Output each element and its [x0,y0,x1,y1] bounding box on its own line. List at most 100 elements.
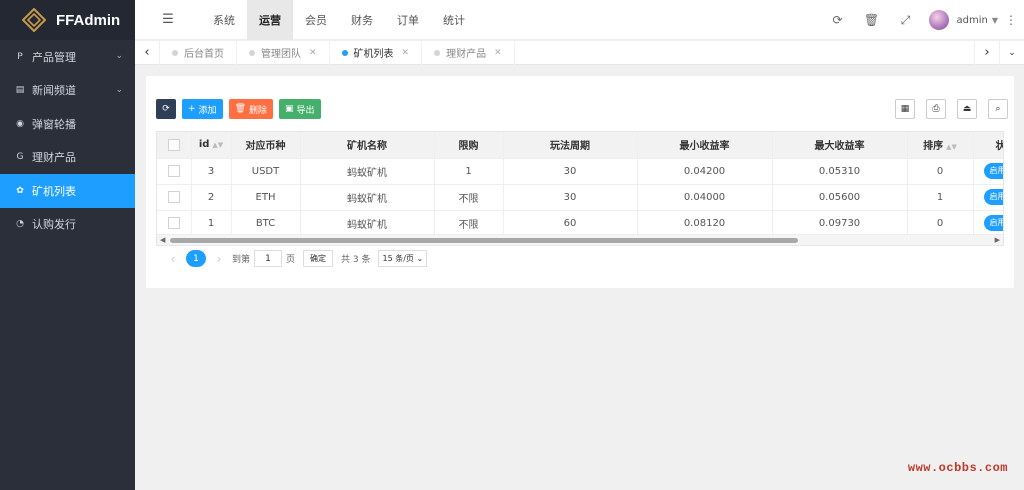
column-header-id[interactable]: id ▲▼ [191,132,232,159]
export-stamp-icon[interactable]: ⏏ [957,99,977,119]
watermark: www.ocbbs.com [907,461,1008,475]
status-toggle[interactable]: 启用 [983,163,1003,179]
current-page[interactable]: 1 [186,250,206,267]
row-checkbox[interactable] [157,184,192,211]
tabs-scroll-right-icon[interactable]: › [974,40,999,65]
sidebar-item-2[interactable]: ◉ 弹窗轮播 [0,107,135,141]
close-icon[interactable]: ✕ [402,48,410,58]
table-row[interactable]: 2 ETH 蚂蚁矿机 不限 30 0.04000 0.05600 1 启用 [157,184,1003,211]
tab-dot-icon [249,49,255,56]
refresh-button[interactable]: ⟳ [156,99,176,119]
menu-toggle-icon[interactable]: ☰ [135,0,201,40]
sort-icon[interactable]: ▲▼ [212,141,223,149]
topnav-tab-1[interactable]: 运营 [247,0,293,40]
column-header-sort[interactable]: 排序 ▲▼ [907,132,974,159]
more-vertical-icon[interactable]: ⋮ [998,0,1024,40]
topnav-tab-2[interactable]: 会员 [293,0,339,40]
tabs-scroll-left-icon[interactable]: ‹ [135,40,160,65]
sidebar-item-3[interactable]: G 理财产品 [0,141,135,175]
chevron-down-icon[interactable]: ⌄ [115,85,123,95]
cell-cycle: 30 [503,158,638,185]
cell-id: 3 [191,158,232,185]
column-header-coin: 对应币种 [231,132,301,159]
add-label: 添加 [198,105,217,116]
cubes-icon: ✿ [16,185,24,196]
user-name[interactable]: admin [957,15,988,26]
status-toggle[interactable]: 启用 [983,215,1003,231]
sidebar-item-5[interactable]: ◔ 认购发行 [0,208,135,242]
topnav-tab-3[interactable]: 财务 [339,0,385,40]
cell-status: 启用 [973,210,1003,237]
data-table: id ▲▼ 对应币种 矿机名称 限购 玩法周期 最小收益率 最大收益率 排序 ▲▼ … [156,131,1004,246]
cell-id: 2 [191,184,232,211]
page-size-select[interactable]: 15 条/页 ⌄ [378,250,428,267]
top-header: ☰ 系统 运营 会员 财务 订单 统计 ⟳ 🗑 ⤢ admin ▼ ⋮ [135,0,1024,40]
goto-page-input[interactable] [254,250,283,267]
cell-status: 启用 [973,158,1003,185]
status-toggle[interactable]: 启用 [983,189,1003,205]
brand-logo[interactable]: FFAdmin [0,0,135,40]
close-icon[interactable]: ✕ [494,48,502,58]
trash-icon: 🗑 [234,104,246,114]
fullscreen-icon[interactable]: ⤢ [889,0,923,40]
sidebar-item-0[interactable]: P 产品管理 ⌄ [0,40,135,74]
page-tab-0[interactable]: 后台首页 [160,40,237,65]
select-all-checkbox[interactable] [157,132,192,159]
refresh-icon[interactable]: ⟳ [821,0,855,40]
columns-filter-icon[interactable]: ▦ [895,99,915,119]
export-label: 导出 [296,105,315,116]
delete-button[interactable]: 🗑 删除 [228,99,274,119]
sort-icon[interactable]: ▲▼ [946,143,957,151]
table-row[interactable]: 3 USDT 蚂蚁矿机 1 30 0.04200 0.05310 0 启用 [157,158,1003,185]
page-tab-2[interactable]: 矿机列表 ✕ [330,40,423,65]
page-label: 页 [286,255,296,265]
cell-max_rate: 0.05310 [772,158,908,185]
page-tab-label: 后台首页 [184,49,224,60]
avatar[interactable] [928,10,949,30]
prev-page-icon[interactable]: ‹ [164,252,182,266]
print-icon[interactable]: ⎙ [926,99,946,119]
confirm-button[interactable]: 确定 [303,250,334,267]
page-tab-label: 理财产品 [446,49,487,60]
cell-max_rate: 0.09730 [772,210,908,237]
cell-status: 启用 [973,184,1003,211]
sidebar: FFAdmin P 产品管理 ⌄ ▤ 新闻频道 ⌄ ◉ 弹窗轮播 G 理财产品 ✿ 矿机列表… [0,0,135,490]
column-header-max-rate: 最大收益率 [772,132,908,159]
cell-id: 1 [191,210,232,237]
scroll-right-icon[interactable]: ▶ [995,236,1000,244]
chevron-down-icon[interactable]: ⌄ [115,51,123,61]
topnav-tab-4[interactable]: 订单 [385,0,431,40]
page-tab-1[interactable]: 管理团队 ✕ [237,40,330,65]
page-tabs-bar: ‹ 后台首页 管理团队 ✕ 矿机列表 ✕ 理财产品 ✕ › ⌄ [135,40,1024,65]
column-header-cycle: 玩法周期 [503,132,638,159]
row-checkbox[interactable] [157,210,192,237]
page-tab-3[interactable]: 理财产品 ✕ [422,40,515,65]
scroll-left-icon[interactable]: ◀ [160,236,165,244]
topnav-tab-0[interactable]: 系统 [201,0,247,40]
newspaper-icon: ▤ [15,85,25,96]
row-checkbox[interactable] [157,158,192,185]
delete-label: 删除 [249,105,268,116]
pie-chart-icon: ◔ [16,219,24,230]
cell-cycle: 30 [503,184,638,211]
sidebar-item-4[interactable]: ✿ 矿机列表 [0,174,135,208]
scrollbar-thumb[interactable] [170,238,798,243]
goto-label: 到第 [232,255,251,265]
page-tab-label: 矿机列表 [353,49,394,60]
add-button[interactable]: + 添加 [182,99,223,119]
cell-sort: 1 [907,184,974,211]
tabs-menu-chevron-icon[interactable]: ⌄ [999,40,1024,65]
close-icon[interactable]: ✕ [309,48,317,58]
cell-limit: 不限 [434,210,504,237]
tab-dot-icon [172,49,178,56]
trash-icon[interactable]: 🗑 [855,0,889,40]
search-icon[interactable]: ⌕ [988,99,1008,119]
horizontal-scrollbar[interactable]: ◀ ▶ [157,234,1003,245]
diamond-logo-icon [22,8,46,32]
sidebar-item-1[interactable]: ▤ 新闻频道 ⌄ [0,74,135,108]
next-page-icon[interactable]: › [210,252,228,266]
export-button[interactable]: ▣ 导出 [279,99,321,119]
table-row[interactable]: 1 BTC 蚂蚁矿机 不限 60 0.08120 0.09730 0 启用 [157,210,1003,237]
topnav-tab-5[interactable]: 统计 [431,0,477,40]
cell-coin: ETH [231,184,301,211]
